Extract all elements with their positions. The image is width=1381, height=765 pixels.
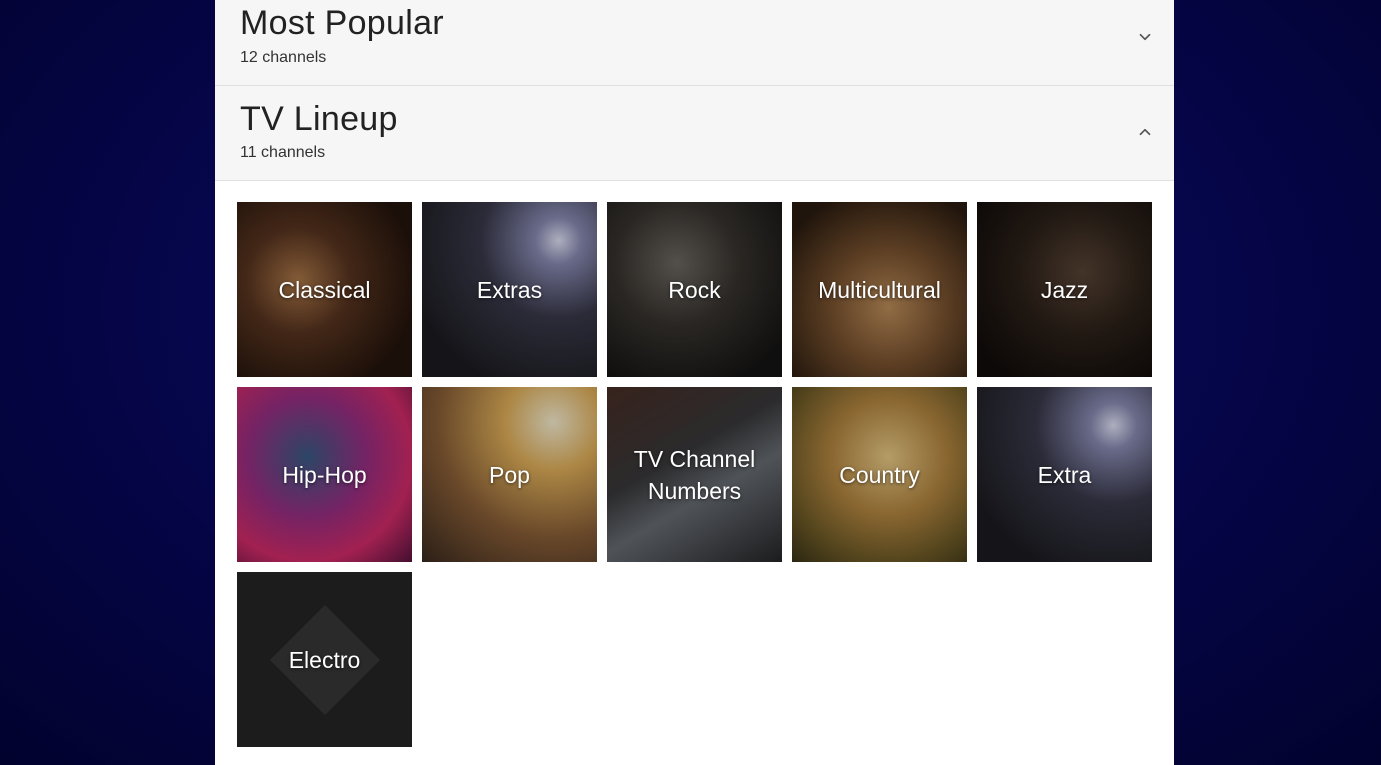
channel-tile-hip-hop[interactable]: Hip-Hop — [237, 387, 412, 562]
channel-tile-label: Country — [839, 461, 920, 488]
channel-tile-country[interactable]: Country — [792, 387, 967, 562]
section-title: Most Popular — [240, 4, 444, 42]
channel-tile-label: Classical — [278, 276, 371, 303]
channel-tile-label: Rock — [668, 276, 721, 303]
channel-tile-classical[interactable]: Classical — [237, 202, 412, 377]
section-channel-count: 11 channels — [240, 144, 326, 161]
channel-tile-label: Pop — [489, 461, 530, 488]
channel-tile-rock[interactable]: Rock — [607, 202, 782, 377]
channel-tile-label: Extras — [476, 276, 543, 303]
channel-tile-multicultural[interactable]: Multicultural — [792, 202, 967, 377]
chevron-up-icon[interactable] — [1136, 123, 1154, 141]
channel-tile-label: Hip-Hop — [282, 461, 367, 488]
section-tv-lineup[interactable]: TV Lineup 11 channels — [215, 86, 1174, 181]
channel-tile-jazz[interactable]: Jazz — [977, 202, 1152, 377]
channel-tile-pop[interactable]: Pop — [422, 387, 597, 562]
channel-tile-label: TV Channel Numbers — [633, 445, 756, 504]
channel-tile-electro[interactable]: Electro — [237, 572, 412, 747]
channel-tile-label: Multicultural — [818, 276, 941, 303]
section-channel-count: 12 channels — [240, 49, 327, 66]
section-most-popular[interactable]: Most Popular 12 channels — [215, 0, 1174, 86]
channel-tile-label: Jazz — [1040, 276, 1089, 303]
channel-tile-label: Electro — [288, 646, 361, 673]
channel-tile-label: Extra — [1037, 461, 1092, 488]
section-title: TV Lineup — [240, 100, 398, 138]
channel-tile-tv-channel-numbers[interactable]: TV Channel Numbers — [607, 387, 782, 562]
channel-tile-extra[interactable]: Extra — [977, 387, 1152, 562]
channel-panel: Most Popular 12 channels TV Lineup 11 ch… — [215, 0, 1174, 765]
chevron-down-icon[interactable] — [1136, 28, 1154, 46]
channel-tile-extras[interactable]: Extras — [422, 202, 597, 377]
